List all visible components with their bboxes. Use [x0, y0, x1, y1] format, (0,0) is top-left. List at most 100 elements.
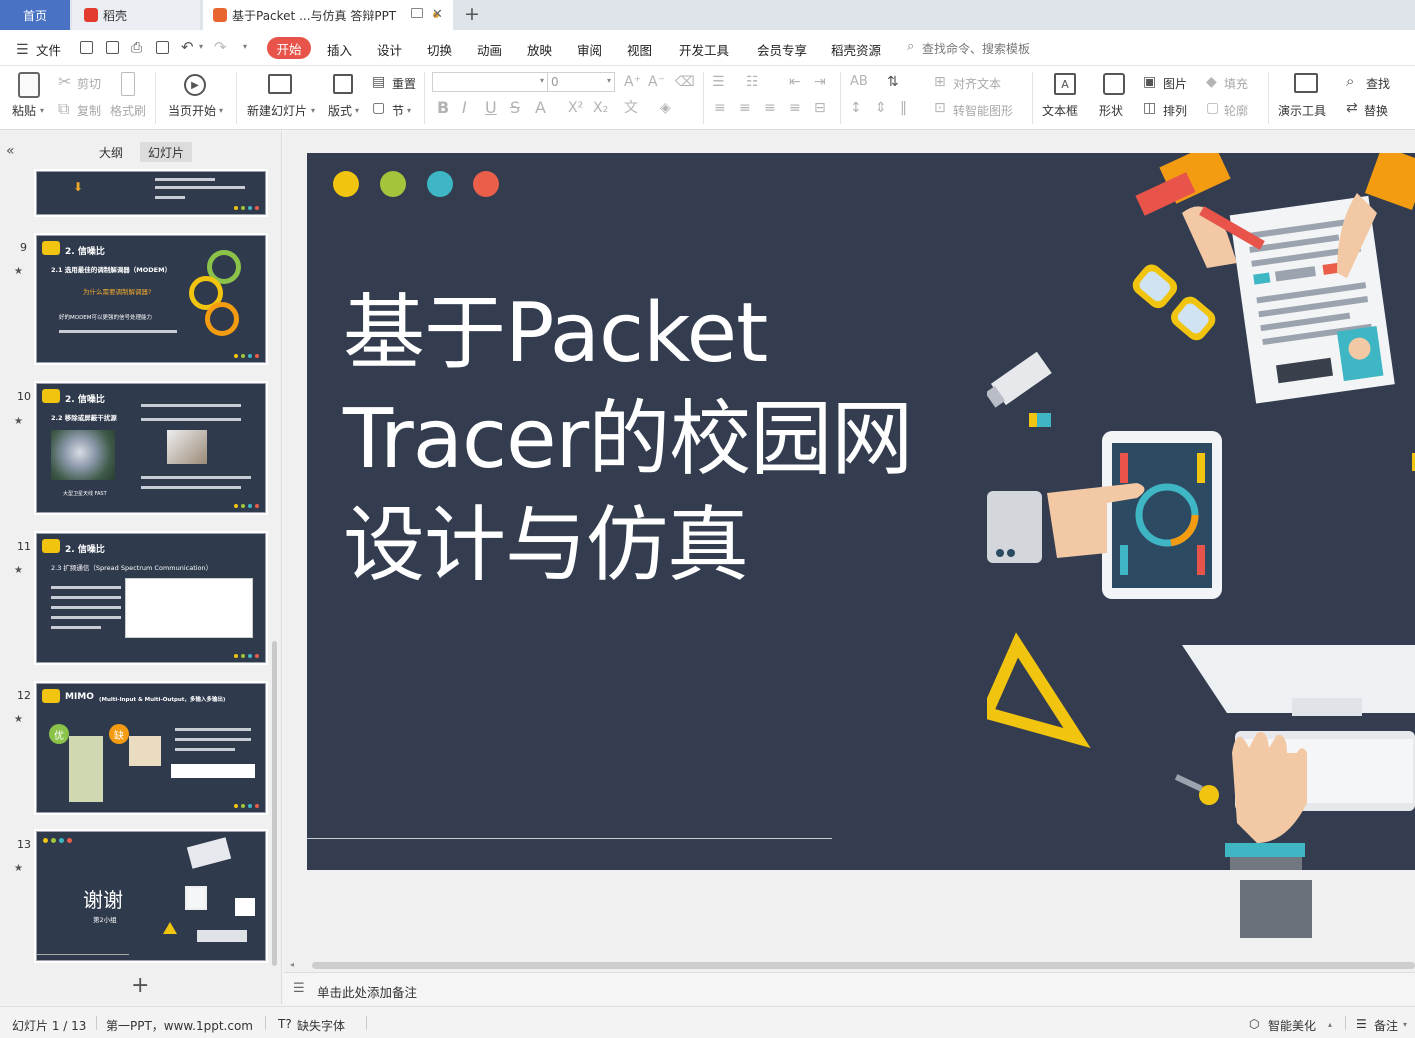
smart-shape-button[interactable]: 转智能图形	[953, 102, 1013, 119]
increase-font-icon[interactable]: A⁺	[624, 74, 641, 90]
distribute-icon[interactable]: ⊟	[814, 100, 826, 116]
reset-icon[interactable]: ▤	[372, 74, 385, 90]
phonetic-icon[interactable]: 文	[624, 100, 638, 116]
layout-dropdown-icon[interactable]: ▾	[355, 106, 359, 115]
slide-thumbnail-10[interactable]: 2. 信噪比 2.2 移除或屏蔽干扰源 大型卫星天线 FAST	[36, 383, 266, 513]
shape-button[interactable]: 形状	[1099, 102, 1123, 119]
align-center-icon[interactable]: ≡	[739, 100, 751, 116]
slide-thumbnail-11[interactable]: 2. 信噪比 2.3 扩频通信（Spread Spectrum Communic…	[36, 533, 266, 663]
presenter-tools-icon[interactable]	[1294, 73, 1318, 93]
line-spacing-icon[interactable]: ↕	[850, 100, 862, 116]
section-dropdown-icon[interactable]: ▾	[407, 106, 411, 115]
textbox-button[interactable]: 文本框	[1042, 102, 1078, 119]
menu-start[interactable]: 开始	[267, 37, 311, 59]
highlight-icon[interactable]: ◈	[660, 100, 671, 116]
play-dropdown-icon[interactable]: ▾	[219, 106, 223, 115]
menu-developer[interactable]: 开发工具	[679, 40, 729, 59]
fill-icon[interactable]: ◆	[1206, 74, 1217, 90]
subscript-icon[interactable]: X₂	[593, 100, 608, 116]
font-color-icon[interactable]: A	[535, 100, 546, 116]
arrange-icon[interactable]: ◫	[1143, 100, 1156, 116]
smart-shape-icon[interactable]: ⊡	[934, 100, 946, 116]
increase-indent-icon[interactable]: ⇥	[814, 74, 826, 90]
notes-toggle-button[interactable]: 备注	[1374, 1017, 1398, 1034]
hamburger-icon[interactable]: ☰	[16, 42, 29, 58]
preview-icon[interactable]	[156, 41, 169, 54]
find-button[interactable]: 查找	[1366, 75, 1390, 92]
tab-document[interactable]: 基于Packet ...与仿真 答辩PPT	[203, 0, 453, 30]
align-text-button[interactable]: 对齐文本	[953, 75, 1001, 92]
play-from-current-button[interactable]: 当页开始	[168, 102, 216, 119]
font-size-select[interactable]: 0 ▾	[547, 72, 615, 92]
decrease-font-icon[interactable]: A⁻	[648, 74, 665, 90]
copy-icon[interactable]: ⧉	[58, 101, 69, 117]
search-icon[interactable]: ⌕	[907, 39, 914, 54]
clear-format-icon[interactable]: ⌫	[675, 74, 695, 90]
strikethrough-icon[interactable]: S	[510, 100, 520, 116]
horizontal-scrollbar[interactable]: ◂	[284, 958, 1415, 972]
missing-fonts-button[interactable]: 缺失字体	[297, 1017, 345, 1034]
font-family-select[interactable]: ▾	[432, 72, 548, 92]
outline-button[interactable]: 轮廓	[1224, 102, 1248, 119]
align-right-icon[interactable]: ≡	[764, 100, 776, 116]
numbered-list-icon[interactable]: ☷	[746, 74, 759, 90]
menu-slideshow[interactable]: 放映	[527, 40, 552, 59]
save-icon[interactable]	[80, 41, 93, 54]
menu-membership[interactable]: 会员专享	[757, 40, 807, 59]
scroll-left-icon[interactable]: ◂	[290, 960, 294, 969]
new-tab-button[interactable]: +	[464, 3, 480, 25]
format-painter-icon[interactable]	[121, 72, 135, 96]
replace-icon[interactable]: ⇄	[1346, 100, 1358, 116]
missing-font-icon[interactable]: T?	[278, 1017, 292, 1031]
fill-button[interactable]: 填充	[1224, 75, 1248, 92]
align-left-icon[interactable]: ≡	[714, 100, 726, 116]
reset-button[interactable]: 重置	[392, 75, 416, 92]
tab-home[interactable]: 首页	[0, 0, 70, 30]
outline-tab[interactable]: 大纲	[99, 144, 123, 161]
menu-view[interactable]: 视图	[627, 40, 652, 59]
italic-icon[interactable]: I	[462, 100, 467, 116]
paste-button[interactable]: 粘贴	[12, 102, 36, 119]
paste-icon[interactable]	[18, 72, 40, 98]
section-button[interactable]: 节	[392, 102, 404, 119]
new-slide-dropdown-icon[interactable]: ▾	[311, 106, 315, 115]
layout-button[interactable]: 版式	[328, 102, 352, 119]
new-slide-icon[interactable]	[268, 74, 292, 94]
slide-thumbnail-12[interactable]: MIMO (Multi-Input & Multi-Output，多输入多输出)…	[36, 683, 266, 813]
tab-close-icon[interactable]: ✕	[432, 7, 443, 22]
text-direction-icon[interactable]: AB	[850, 74, 868, 90]
textbox-icon[interactable]: A	[1054, 73, 1076, 95]
export-pdf-icon[interactable]	[106, 41, 119, 54]
redo-icon[interactable]: ↷	[214, 38, 227, 56]
menu-daoke-resources[interactable]: 稻壳资源	[831, 40, 881, 59]
slide-thumbnail-9[interactable]: 2. 信噪比 2.1 选用最佳的调制解调器（MODEM） 为什么需要调制解调器?…	[36, 235, 266, 363]
columns-icon[interactable]: ‖	[900, 100, 907, 116]
notes-toggle-icon[interactable]: ☰	[1356, 1017, 1367, 1031]
scroll-thumb[interactable]	[312, 962, 1415, 969]
shape-icon[interactable]	[1103, 73, 1125, 95]
undo-dropdown-icon[interactable]: ▾	[199, 42, 203, 51]
command-search[interactable]: 查找命令、搜索模板	[922, 40, 1030, 57]
presenter-tools-button[interactable]: 演示工具	[1278, 102, 1326, 119]
menu-review[interactable]: 审阅	[577, 40, 602, 59]
cut-icon[interactable]: ✂	[58, 74, 71, 90]
layout-icon[interactable]	[333, 74, 353, 94]
monitor-icon[interactable]	[411, 8, 423, 18]
arrange-button[interactable]: 排列	[1163, 102, 1187, 119]
picture-button[interactable]: 图片	[1163, 75, 1187, 92]
menu-animation[interactable]: 动画	[477, 40, 502, 59]
menu-design[interactable]: 设计	[377, 40, 402, 59]
smart-beautify-icon[interactable]: ⬡	[1249, 1017, 1259, 1031]
panel-scrollbar[interactable]	[272, 641, 277, 966]
beautify-dropdown-icon[interactable]: ▴	[1328, 1020, 1332, 1029]
play-icon[interactable]: ▶	[184, 74, 206, 96]
para-spacing-icon[interactable]: ⇕	[875, 100, 887, 116]
copy-button[interactable]: 复制	[77, 102, 101, 119]
notes-pane[interactable]: ☰ 单击此处添加备注	[284, 972, 1415, 1004]
section-icon[interactable]: ▢	[372, 100, 385, 116]
tab-daoke[interactable]: 稻壳	[72, 0, 200, 30]
bold-icon[interactable]: B	[437, 100, 449, 116]
align-text-icon[interactable]: ⊞	[934, 74, 946, 90]
underline-icon[interactable]: U	[485, 100, 497, 116]
new-slide-button[interactable]: 新建幻灯片	[247, 102, 307, 119]
